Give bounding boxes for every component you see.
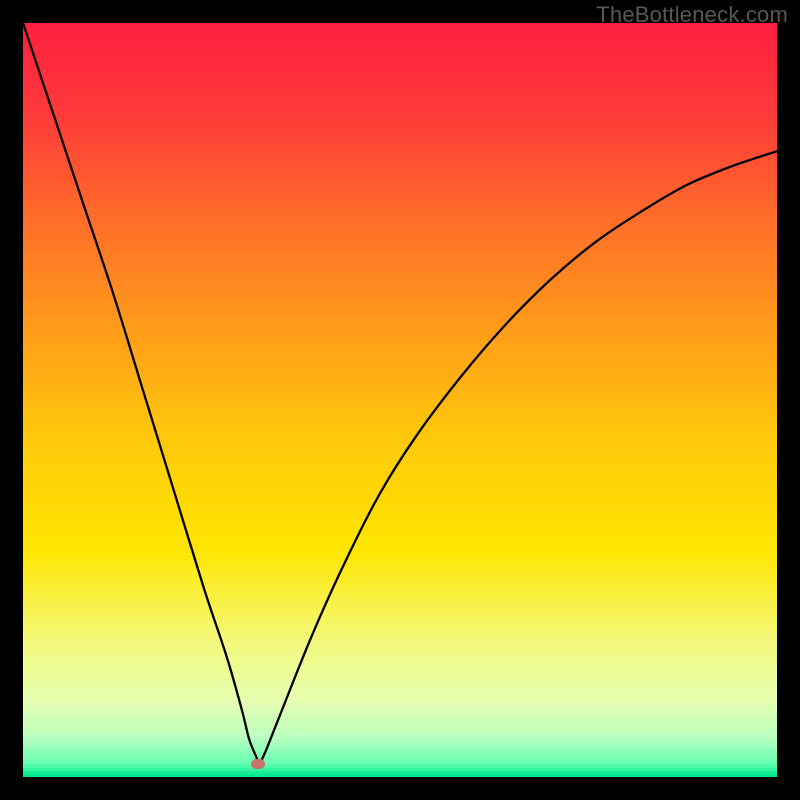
bottleneck-curve	[23, 23, 777, 777]
chart-container: TheBottleneck.com	[0, 0, 800, 800]
plot-area	[23, 23, 777, 777]
minimum-marker	[251, 759, 265, 769]
watermark-text: TheBottleneck.com	[596, 2, 788, 28]
